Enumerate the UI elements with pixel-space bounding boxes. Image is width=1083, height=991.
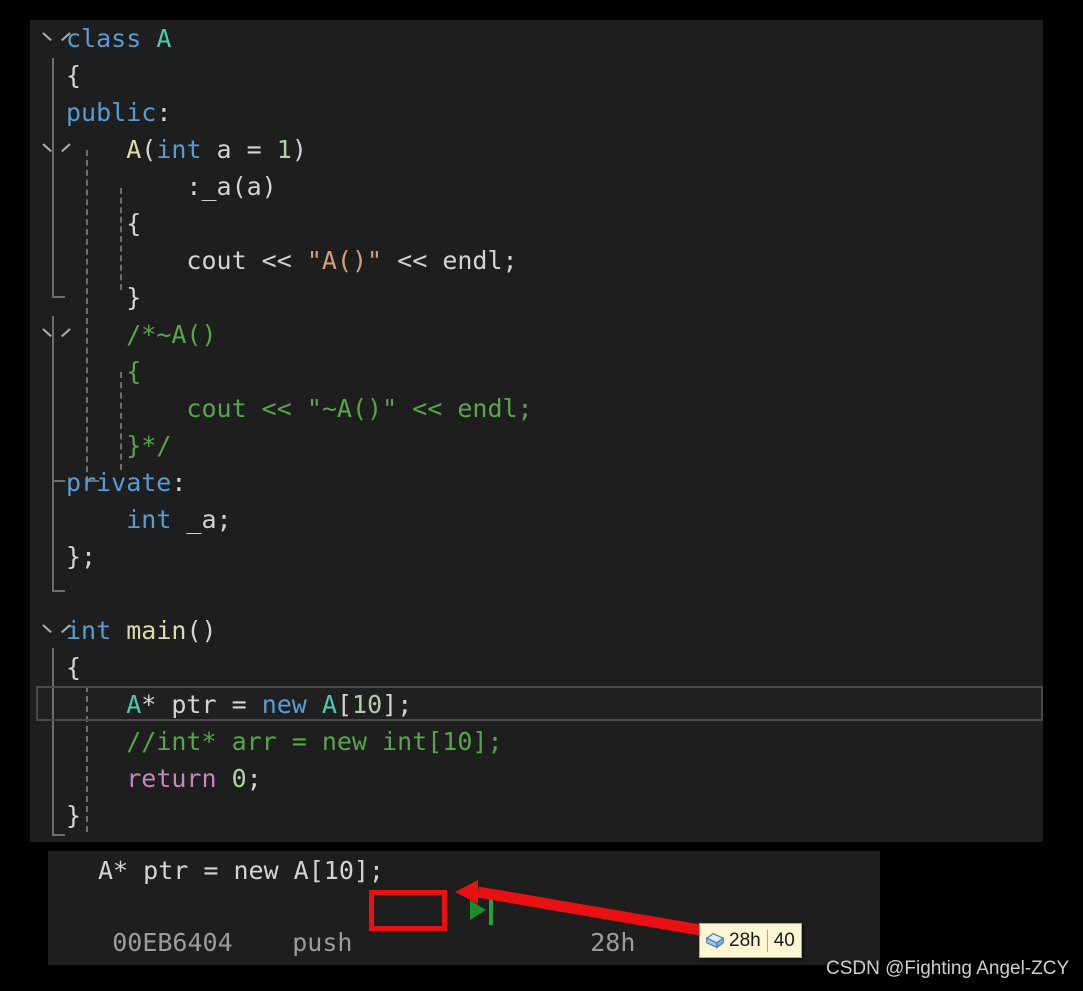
code-token: { — [126, 357, 142, 386]
code-token: cout << — [186, 246, 307, 275]
code-line[interactable]: private: — [30, 464, 1043, 501]
code-token: class — [66, 24, 157, 53]
code-token: () — [186, 616, 217, 645]
code-token: return — [126, 764, 217, 793]
code-line[interactable]: }; — [30, 538, 1043, 575]
code-token: "A()" — [306, 246, 383, 275]
code-line[interactable]: } — [30, 797, 1043, 834]
watermark: CSDN @Fighting Angel-ZCY — [826, 958, 1070, 979]
datatip-value: 28h — [729, 930, 761, 951]
code-line[interactable]: public: — [30, 94, 1043, 131]
instruction-mnemonic: call — [292, 961, 442, 965]
code-token: } — [66, 801, 82, 830]
execution-position-marker-icon — [470, 895, 506, 925]
code-token: { — [66, 61, 82, 90]
instruction-address: 00EB6406 — [108, 961, 292, 965]
code-line[interactable]: { — [30, 205, 1043, 242]
code-token: }*/ — [126, 431, 172, 460]
code-token: }; — [66, 542, 97, 571]
code-token: A — [126, 135, 142, 164]
code-token: 1 — [276, 135, 292, 164]
code-line[interactable]: cout << "A()" << endl; — [30, 242, 1043, 279]
code-line[interactable]: //int* arr = new int[10]; — [30, 723, 1043, 760]
code-token: int — [66, 616, 112, 645]
code-token: int — [156, 135, 202, 164]
code-line[interactable]: }*/ — [30, 427, 1043, 464]
code-body[interactable]: class A{public: A(int a = 1) :_a(a) { co… — [30, 20, 1043, 834]
chevron-down-icon[interactable] — [44, 624, 60, 634]
code-line[interactable]: cout << "~A()" << endl; — [30, 390, 1043, 427]
code-token: : — [156, 98, 172, 127]
code-line[interactable]: return 0; — [30, 760, 1043, 797]
code-token: A — [321, 690, 337, 719]
chevron-down-icon[interactable] — [44, 32, 60, 42]
datatip-extra-value: 40 — [773, 930, 795, 951]
code-line[interactable]: /*~A() — [30, 316, 1043, 353]
code-token: public — [66, 98, 157, 127]
code-token: ]; — [382, 690, 413, 719]
code-token: :_a(a) — [186, 172, 277, 201]
code-token: [ — [336, 690, 353, 719]
code-token: : — [171, 468, 187, 497]
chevron-down-icon[interactable] — [44, 328, 60, 338]
code-line[interactable]: { — [30, 57, 1043, 94]
code-token: } — [126, 283, 142, 312]
code-line[interactable] — [30, 575, 1043, 612]
code-token: << endl; — [382, 246, 518, 275]
code-line[interactable]: int main() — [30, 612, 1043, 649]
annotation-highlight-box — [369, 890, 447, 931]
code-token: 10 — [352, 690, 383, 719]
code-token: ) — [291, 135, 307, 164]
cube-icon — [704, 930, 726, 952]
code-token: A — [156, 24, 172, 53]
code-token: { — [126, 209, 142, 238]
code-line[interactable]: { — [30, 353, 1043, 390]
code-line[interactable]: int _a; — [30, 501, 1043, 538]
disassembly-source-line: A* ptr = new A[10]; — [98, 856, 384, 885]
code-line[interactable]: :_a(a) — [30, 168, 1043, 205]
code-line[interactable]: } — [30, 279, 1043, 316]
code-token: 0 — [231, 764, 247, 793]
code-line[interactable]: A(int a = 1) — [30, 131, 1043, 168]
code-token: //int* arr = new int[10]; — [126, 727, 503, 756]
code-token: * ptr = — [141, 690, 262, 719]
code-editor[interactable]: class A{public: A(int a = 1) :_a(a) { co… — [30, 20, 1043, 842]
code-token: a = — [201, 135, 277, 164]
code-token: private — [66, 468, 172, 497]
code-token: ; — [246, 764, 262, 793]
code-token: /*~A() — [126, 320, 217, 349]
chevron-down-icon[interactable] — [44, 143, 60, 153]
code-token: int — [126, 505, 172, 534]
code-line[interactable]: class A — [30, 20, 1043, 57]
code-line[interactable]: { — [30, 649, 1043, 686]
code-token: new — [261, 690, 307, 719]
code-token: A — [126, 690, 142, 719]
code-token: main — [126, 616, 187, 645]
code-token: _a; — [171, 505, 232, 534]
code-token: cout << "~A()" << endl; — [186, 394, 533, 423]
code-token: { — [66, 653, 82, 682]
code-line[interactable]: A* ptr = new A[10]; — [30, 686, 1043, 723]
debugger-datatip[interactable]: 28h 40 — [699, 923, 802, 958]
code-token: ( — [141, 135, 157, 164]
